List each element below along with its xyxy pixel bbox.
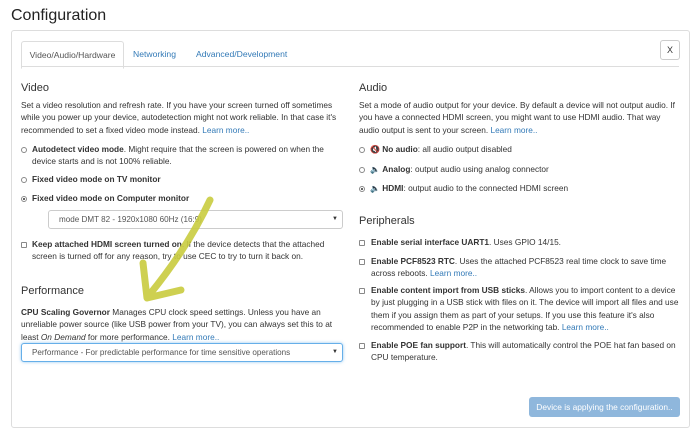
tab-video-audio-hardware[interactable]: Video/Audio/Hardware	[21, 41, 124, 69]
radio-no-audio[interactable]	[359, 147, 365, 153]
hdmi-audio-label: 🔈 HDMI: output audio to the connected HD…	[370, 183, 569, 193]
config-panel	[11, 30, 690, 428]
fixed-tv-label: Fixed video mode on TV monitor	[32, 174, 161, 184]
apply-status-button[interactable]: Device is applying the configuration..	[529, 397, 680, 417]
rtc-label: Enable PCF8523 RTC. Uses the attached PC…	[371, 256, 667, 279]
chevron-down-icon: ▼	[332, 349, 338, 355]
audio-heading: Audio	[359, 82, 388, 94]
video-learn-more-link[interactable]: Learn more..	[202, 125, 249, 135]
audio-description: Set a mode of audio output for your devi…	[359, 100, 675, 135]
peripherals-heading: Peripherals	[359, 215, 415, 227]
no-audio-label: 🔇 No audio: all audio output disabled	[370, 144, 512, 154]
usb-import-learn-more-link[interactable]: Learn more..	[562, 322, 609, 332]
radio-analog-audio[interactable]	[359, 167, 365, 173]
page-title: Configuration	[11, 7, 107, 24]
poe-fan-checkbox[interactable]	[359, 343, 365, 349]
radio-autodetect[interactable]	[21, 147, 27, 153]
cpu-governor-select[interactable]: Performance - For predictable performanc…	[21, 343, 343, 362]
hdmi-keep-on-checkbox[interactable]	[21, 242, 27, 248]
hdmi-keep-on-label: Keep attached HDMI screen turned on. If …	[32, 239, 325, 262]
radio-fixed-computer[interactable]	[21, 196, 27, 202]
radio-hdmi-audio[interactable]	[359, 186, 365, 192]
usb-import-label: Enable content import from USB sticks. A…	[371, 285, 679, 333]
video-description: Set a video resolution and refresh rate.…	[21, 100, 337, 135]
video-mode-select[interactable]: mode DMT 82 - 1920x1080 60Hz (16:9) ▼	[48, 210, 343, 229]
video-heading: Video	[21, 82, 49, 94]
performance-heading: Performance	[21, 285, 84, 297]
speaker-icon: 🔈	[370, 165, 380, 174]
fixed-computer-label: Fixed video mode on Computer monitor	[32, 193, 190, 203]
analog-audio-label: 🔈 Analog: output audio using analog conn…	[370, 164, 549, 174]
performance-description: CPU Scaling Governor Manages CPU clock s…	[21, 307, 333, 342]
rtc-learn-more-link[interactable]: Learn more..	[430, 268, 477, 278]
poe-fan-label: Enable POE fan support. This will automa…	[371, 340, 676, 363]
performance-learn-more-link[interactable]: Learn more..	[172, 332, 219, 342]
tab-advanced-development[interactable]: Advanced/Development	[196, 41, 287, 67]
chevron-down-icon: ▼	[332, 216, 338, 222]
tab-divider	[21, 66, 679, 67]
speaker-muted-icon: 🔇	[370, 145, 380, 154]
close-button[interactable]: X	[660, 40, 680, 60]
uart1-checkbox[interactable]	[359, 240, 365, 246]
tab-networking[interactable]: Networking	[133, 41, 176, 67]
radio-fixed-tv[interactable]	[21, 177, 27, 183]
speaker-icon: 🔈	[370, 184, 380, 193]
usb-import-checkbox[interactable]	[359, 288, 365, 294]
autodetect-label: Autodetect video mode. Might require tha…	[32, 144, 324, 167]
rtc-checkbox[interactable]	[359, 259, 365, 265]
uart1-label: Enable serial interface UART1. Uses GPIO…	[371, 237, 561, 247]
audio-learn-more-link[interactable]: Learn more..	[490, 125, 537, 135]
